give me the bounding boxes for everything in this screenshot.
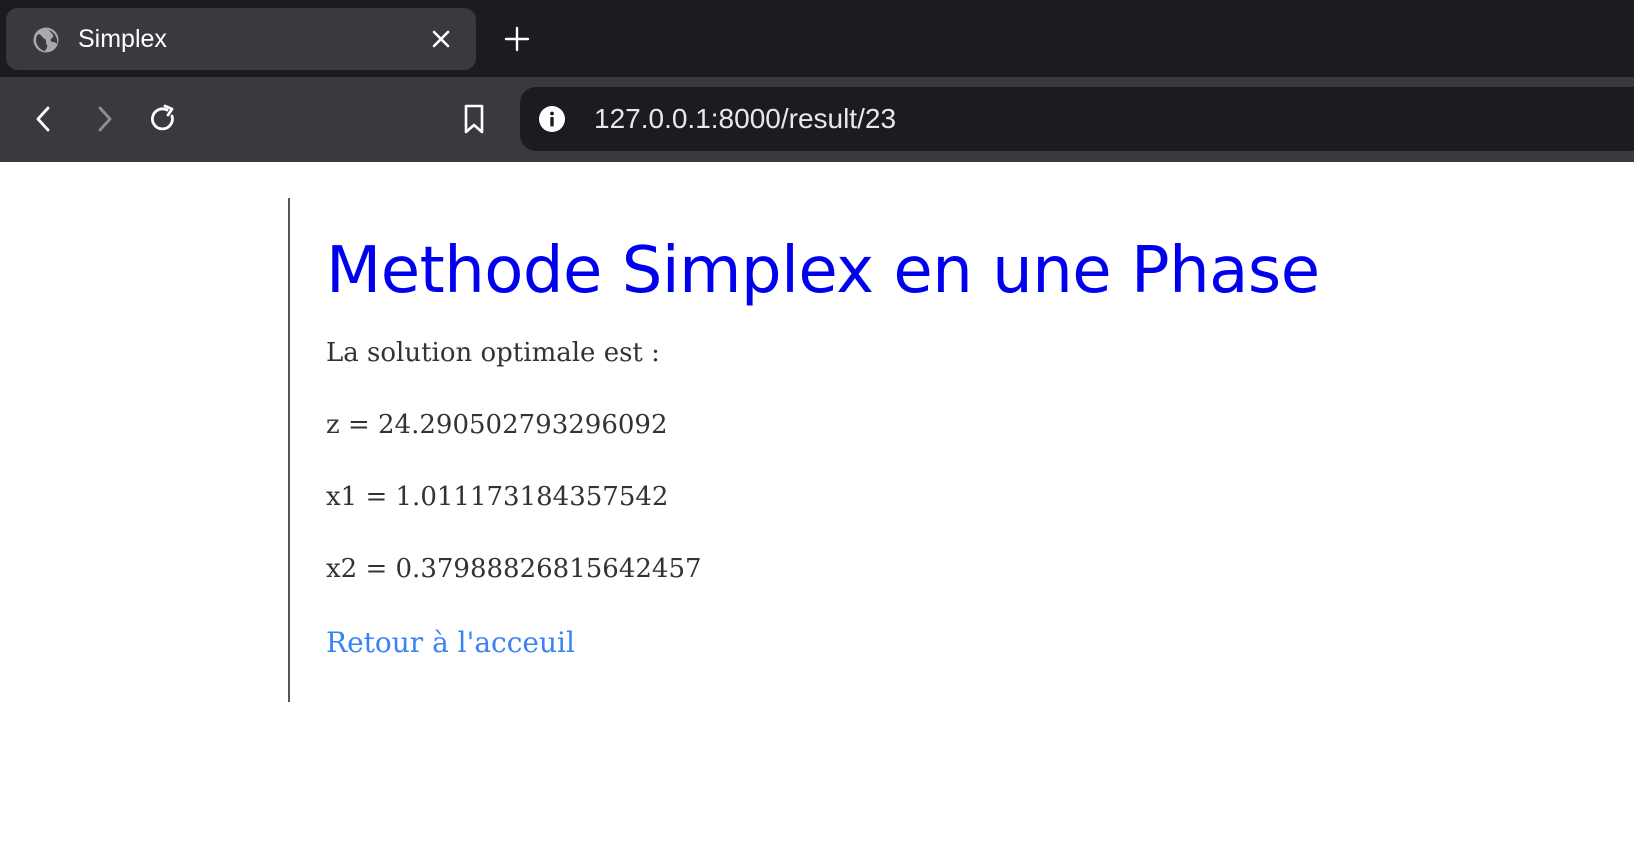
url-text[interactable]: 127.0.0.1:8000/result/23 <box>594 87 896 151</box>
result-x2: x2 = 0.37988826815642457 <box>326 554 702 584</box>
close-icon[interactable] <box>430 28 452 50</box>
browser-toolbar: 127.0.0.1:8000/result/23 <box>0 77 1634 162</box>
page-viewport: Methode Simplex en une Phase La solution… <box>0 162 1634 858</box>
tab-title: Simplex <box>78 25 167 53</box>
globe-icon <box>32 26 60 54</box>
result-x1: x1 = 1.011173184357542 <box>326 482 669 512</box>
browser-tab[interactable]: Simplex <box>6 8 476 70</box>
info-icon[interactable] <box>538 105 566 133</box>
plus-icon[interactable] <box>504 26 530 52</box>
back-home-link[interactable]: Retour à l'acceuil <box>326 626 575 659</box>
chevron-left-icon[interactable] <box>26 101 62 137</box>
chevron-right-icon[interactable] <box>86 101 122 137</box>
page-title: Methode Simplex en une Phase <box>326 234 1320 308</box>
address-bar[interactable]: 127.0.0.1:8000/result/23 <box>520 87 1634 151</box>
result-panel: Methode Simplex en une Phase La solution… <box>288 198 1388 702</box>
reload-icon[interactable] <box>145 101 181 137</box>
tab-strip: Simplex <box>0 0 1634 77</box>
solution-intro: La solution optimale est : <box>326 338 660 368</box>
result-z: z = 24.290502793296092 <box>326 410 668 440</box>
bookmark-icon[interactable] <box>456 101 492 137</box>
